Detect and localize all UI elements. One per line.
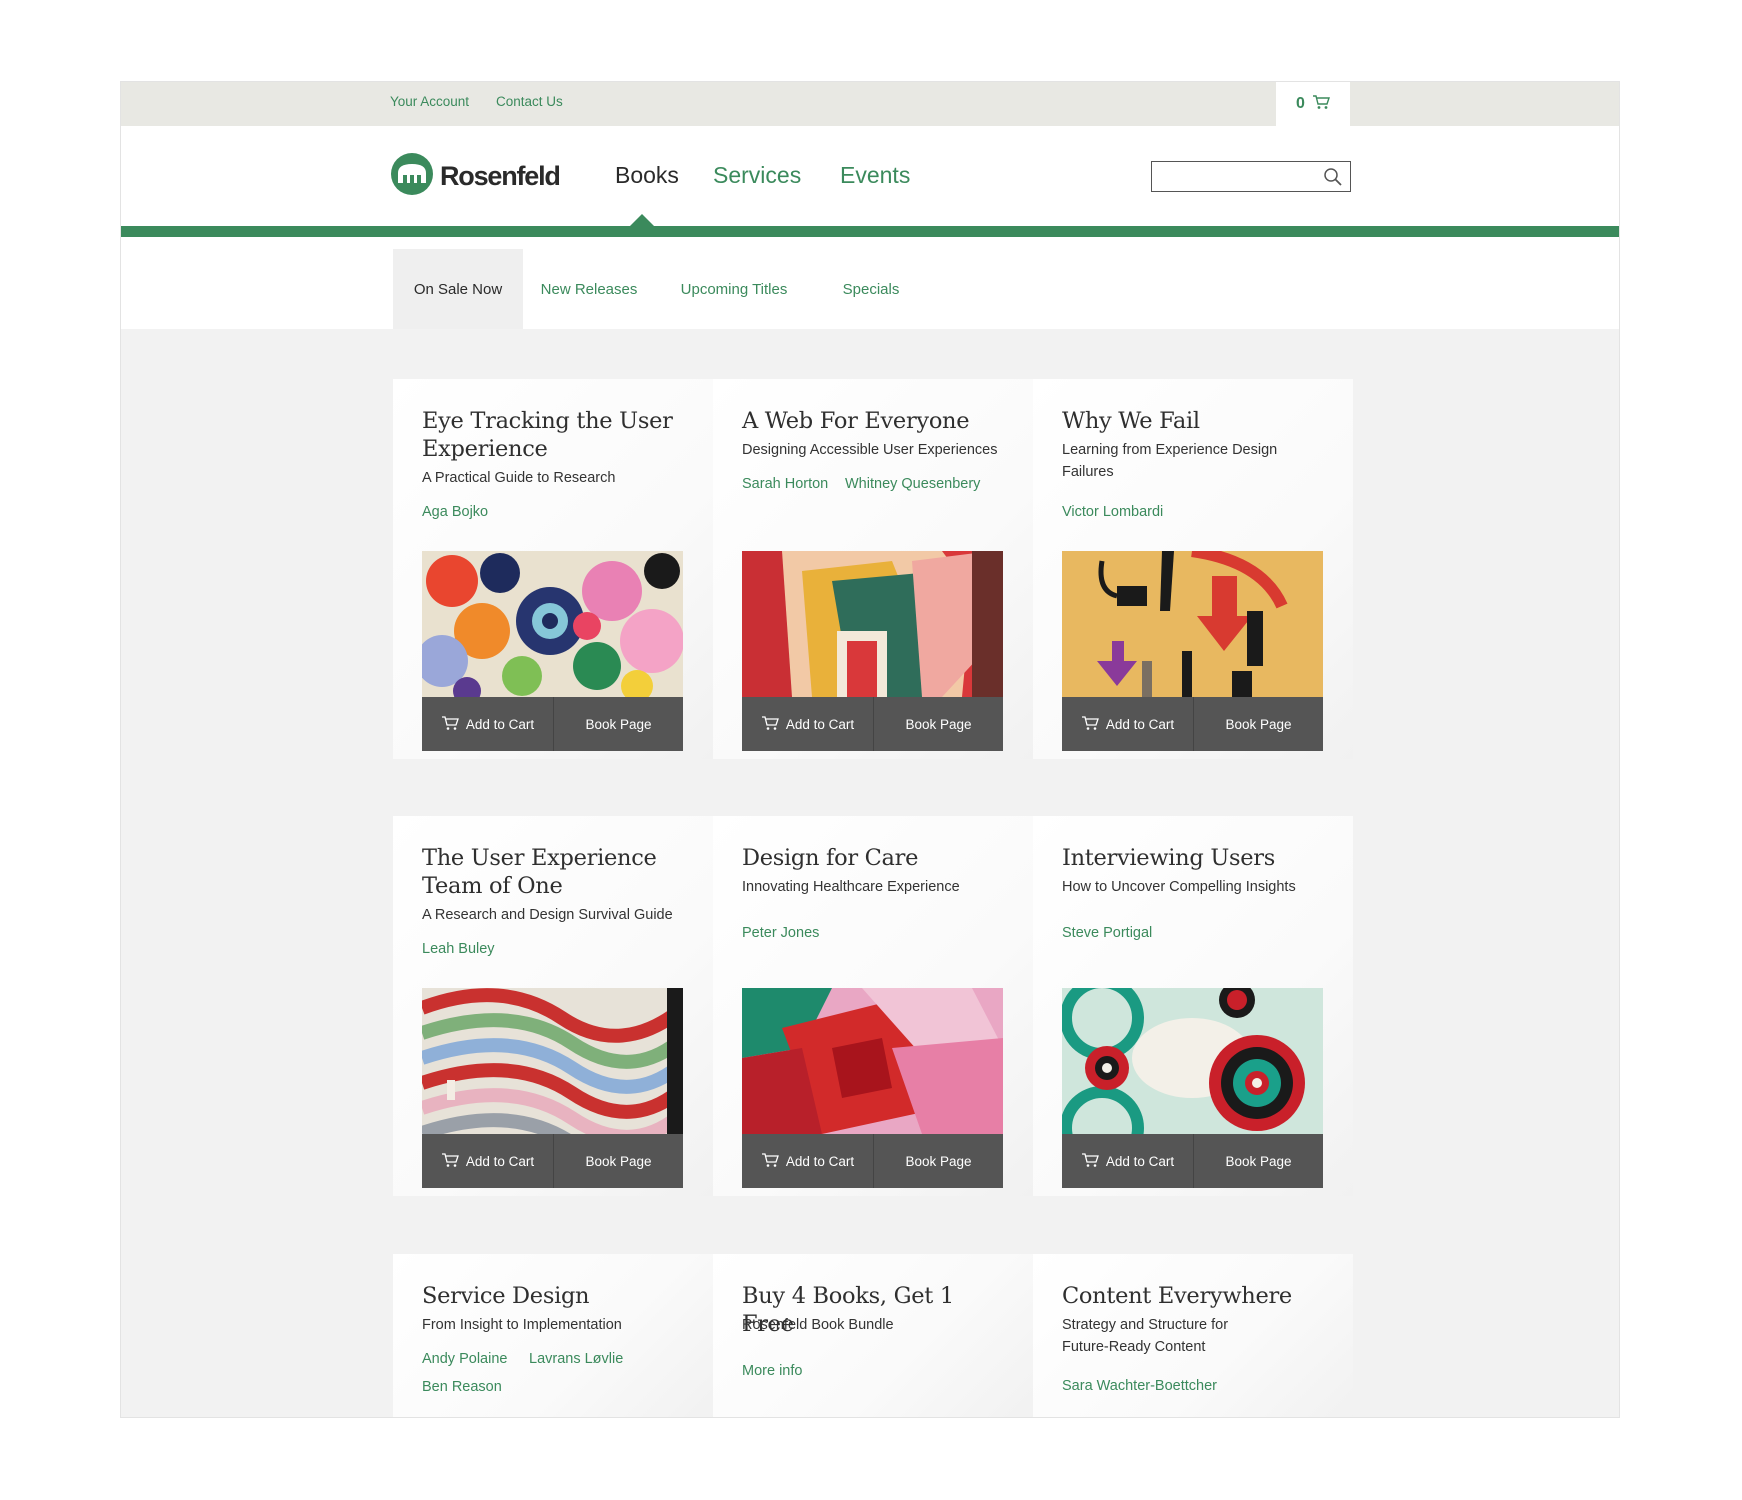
book-subtitle: Strategy and Structure for Future-Ready … — [1062, 1317, 1229, 1355]
book-card: The User Experience Team of One A Resear… — [393, 816, 713, 1196]
book-title[interactable]: A Web For Everyone — [742, 407, 1012, 435]
add-to-cart-label: Add to Cart — [785, 716, 855, 732]
cart-icon — [441, 715, 459, 734]
book-subtitle: Innovating Healthcare Experience — [742, 879, 960, 895]
book-actions: Add to Cart Book Page — [422, 1134, 683, 1188]
utility-bar: Your Account Contact Us 0 — [121, 82, 1619, 126]
book-subtitle: A Research and Design Survival Guide — [422, 907, 673, 923]
add-to-cart-button[interactable]: Add to Cart — [422, 697, 554, 751]
book-cover-image[interactable] — [422, 551, 683, 697]
book-title[interactable]: The User Experience Team of One — [422, 844, 692, 900]
add-to-cart-button[interactable]: Add to Cart — [742, 1134, 874, 1188]
logo-text: Rosenfeld — [440, 161, 561, 191]
book-page-button[interactable]: Book Page — [1194, 697, 1323, 751]
cart-icon — [761, 1152, 779, 1171]
author-link[interactable]: Aga Bojko — [422, 504, 488, 520]
contact-us-link[interactable]: Contact Us — [496, 94, 563, 109]
logo[interactable]: Rosenfeld — [390, 152, 561, 201]
book-cover-image[interactable] — [742, 988, 1003, 1134]
cart-count: 0 — [1296, 95, 1305, 112]
cart-button[interactable]: 0 — [1276, 82, 1350, 126]
author-link[interactable]: Andy Polaine — [422, 1351, 507, 1367]
subnav: On Sale Now New Releases Upcoming Titles… — [121, 237, 1619, 329]
book-actions: Add to Cart Book Page — [742, 1134, 1003, 1188]
add-to-cart-button[interactable]: Add to Cart — [1062, 1134, 1194, 1188]
book-subtitle: From Insight to Implementation — [422, 1317, 622, 1333]
book-title[interactable]: Eye Tracking the User Experience — [422, 407, 692, 463]
cart-icon — [441, 1152, 459, 1171]
book-actions: Add to Cart Book Page — [1062, 1134, 1323, 1188]
page-frame: Your Account Contact Us 0 Rosenfeld Book… — [120, 81, 1620, 1418]
cart-icon — [1081, 1152, 1099, 1171]
add-to-cart-label: Add to Cart — [465, 716, 535, 732]
book-card: Design for Care Innovating Healthcare Ex… — [713, 816, 1033, 1196]
tab-upcoming-titles[interactable]: Upcoming Titles — [673, 249, 795, 329]
book-title[interactable]: Design for Care — [742, 844, 1012, 872]
book-page-button[interactable]: Book Page — [1194, 1134, 1323, 1188]
book-page-button[interactable]: Book Page — [874, 1134, 1003, 1188]
book-cover-image[interactable] — [1062, 988, 1323, 1134]
your-account-link[interactable]: Your Account — [390, 94, 469, 109]
book-cover-image[interactable] — [1062, 551, 1323, 697]
cart-icon — [1312, 94, 1330, 115]
tab-specials[interactable]: Specials — [831, 249, 911, 329]
author-link[interactable]: Leah Buley — [422, 941, 495, 957]
book-actions: Add to Cart Book Page — [742, 697, 1003, 751]
book-subtitle: Designing Accessible User Experiences — [742, 442, 998, 458]
tab-new-releases[interactable]: New Releases — [533, 249, 645, 329]
book-actions: Add to Cart Book Page — [1062, 697, 1323, 751]
cart-icon — [761, 715, 779, 734]
book-subtitle: Rosenfeld Book Bundle — [742, 1317, 894, 1333]
add-to-cart-button[interactable]: Add to Cart — [742, 697, 874, 751]
search-icon[interactable] — [1323, 167, 1343, 192]
book-subtitle: A Practical Guide to Research — [422, 470, 616, 486]
nav-books[interactable]: Books — [615, 162, 679, 189]
book-actions: Add to Cart Book Page — [422, 697, 683, 751]
header-divider — [121, 226, 1619, 237]
book-subtitle: How to Uncover Compelling Insights — [1062, 879, 1296, 895]
book-card: Why We Fail Learning from Experience Des… — [1033, 379, 1353, 759]
book-title[interactable]: Why We Fail — [1062, 407, 1332, 435]
cart-icon — [1081, 715, 1099, 734]
author-link[interactable]: Lavrans Løvlie — [529, 1351, 623, 1367]
book-card: Service Design From Insight to Implement… — [393, 1254, 713, 1417]
book-title[interactable]: Service Design — [422, 1282, 692, 1310]
book-page-button[interactable]: Book Page — [554, 1134, 683, 1188]
book-subtitle: Learning from Experience Design Failures — [1062, 442, 1278, 480]
book-card: Eye Tracking the User Experience A Pract… — [393, 379, 713, 759]
book-page-button[interactable]: Book Page — [554, 697, 683, 751]
author-link[interactable]: Victor Lombardi — [1062, 504, 1163, 520]
book-card: A Web For Everyone Designing Accessible … — [713, 379, 1033, 759]
search-box — [1151, 161, 1351, 192]
add-to-cart-label: Add to Cart — [1105, 1153, 1175, 1169]
book-card: Content Everywhere Strategy and Structur… — [1033, 1254, 1353, 1417]
author-link[interactable]: Peter Jones — [742, 925, 819, 941]
add-to-cart-label: Add to Cart — [785, 1153, 855, 1169]
author-link[interactable]: Sarah Horton — [742, 476, 828, 492]
nav-events[interactable]: Events — [840, 162, 910, 189]
logo-mark-icon — [390, 152, 434, 201]
book-page-button[interactable]: Book Page — [874, 697, 1003, 751]
book-card: Interviewing Users How to Uncover Compel… — [1033, 816, 1353, 1196]
book-title[interactable]: Content Everywhere — [1062, 1282, 1332, 1310]
tab-on-sale-now[interactable]: On Sale Now — [393, 249, 523, 329]
book-cover-image[interactable] — [742, 551, 1003, 697]
add-to-cart-button[interactable]: Add to Cart — [422, 1134, 554, 1188]
author-link[interactable]: Steve Portigal — [1062, 925, 1152, 941]
author-link[interactable]: Sara Wachter-Boettcher — [1062, 1378, 1217, 1394]
add-to-cart-label: Add to Cart — [1105, 716, 1175, 732]
author-link[interactable]: Ben Reason — [422, 1379, 502, 1395]
author-link[interactable]: Whitney Quesenbery — [845, 476, 980, 492]
more-info-link[interactable]: More info — [742, 1363, 802, 1379]
book-title[interactable]: Interviewing Users — [1062, 844, 1332, 872]
search-input[interactable] — [1152, 162, 1312, 191]
nav-services[interactable]: Services — [713, 162, 801, 189]
add-to-cart-label: Add to Cart — [465, 1153, 535, 1169]
book-cover-image[interactable] — [422, 988, 683, 1134]
book-card: Buy 4 Books, Get 1 Free Rosenfeld Book B… — [713, 1254, 1033, 1417]
site-header: Rosenfeld Books Services Events — [121, 126, 1619, 226]
add-to-cart-button[interactable]: Add to Cart — [1062, 697, 1194, 751]
